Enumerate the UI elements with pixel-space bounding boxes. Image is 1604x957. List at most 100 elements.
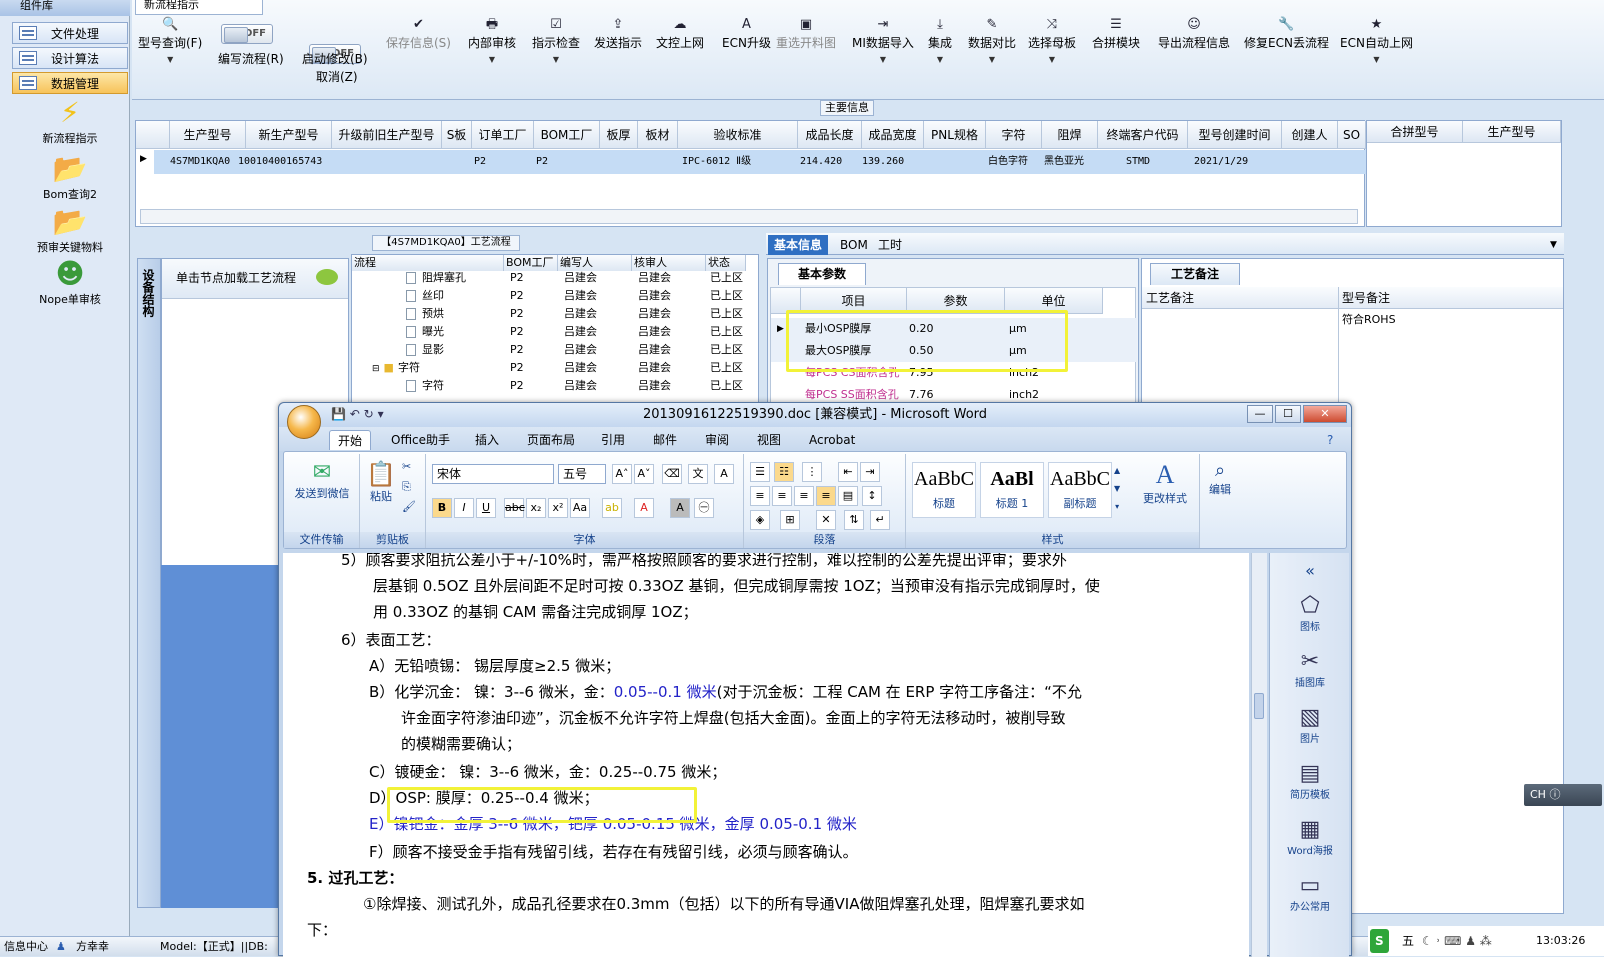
- strikethrough-icon[interactable]: abc: [504, 498, 525, 518]
- ecn-upgrade-button[interactable]: A ECN升级: [722, 16, 771, 51]
- font-color-icon[interactable]: A: [634, 498, 654, 518]
- edit-button[interactable]: ⌕ 编辑: [1204, 460, 1236, 497]
- upload-internet-button[interactable]: ☁ 文控上网: [656, 16, 704, 51]
- side-item-icons[interactable]: ⬠ 图标: [1270, 593, 1350, 633]
- table-row[interactable]: 字符 P2 吕建会 吕建会 已上区: [352, 377, 752, 395]
- quick-access-toolbar[interactable]: 💾 ↶ ↻ ▾: [331, 407, 384, 421]
- table-row[interactable]: 显影 P2 吕建会 吕建会 已上区: [352, 341, 752, 359]
- line-spacing-icon[interactable]: ↕: [862, 486, 882, 506]
- underline-icon[interactable]: U: [476, 498, 496, 518]
- file-process-button[interactable]: 文件处理: [12, 22, 128, 44]
- font-size-select[interactable]: 五号: [558, 464, 606, 484]
- col-header[interactable]: 订单工厂: [472, 121, 534, 149]
- cell-order-factory[interactable]: P2: [474, 151, 486, 173]
- send-indicator-button[interactable]: ⇪ 发送指示: [594, 16, 642, 51]
- tab-view[interactable]: 视图: [749, 430, 789, 450]
- align-center-icon[interactable]: ≡: [772, 486, 792, 506]
- model-remark-value[interactable]: 符合ROHS: [1342, 311, 1396, 327]
- col-header[interactable]: BOM工厂: [534, 121, 600, 149]
- col-header[interactable]: 板厚: [600, 121, 638, 149]
- font-name-select[interactable]: 宋体: [432, 464, 554, 484]
- main-info-grid[interactable]: ▶ 生产型号 新生产型号 升级前旧生产型号 S板 订单工厂 BOM工厂 板厚 板…: [135, 120, 1366, 227]
- col-header[interactable]: 合拼型号: [1367, 121, 1463, 143]
- indicator-check-button[interactable]: ☑ 指示检查 ▼: [532, 16, 580, 64]
- tab-review[interactable]: 审阅: [697, 430, 737, 450]
- maximize-button[interactable]: ☐: [1275, 405, 1301, 423]
- style-heading-1[interactable]: AaBl 标题 1: [980, 462, 1044, 518]
- distribute-icon[interactable]: ▤: [838, 486, 858, 506]
- office-button[interactable]: [287, 405, 321, 439]
- document-body[interactable]: 5）顾客要求阻抗公差小于+/-10%时，需严格按照顾客的要求进行控制，难以控制的…: [283, 553, 1249, 957]
- col-header[interactable]: 终端客户代码: [1098, 121, 1188, 149]
- cell-char[interactable]: 白色字符: [988, 151, 1028, 173]
- grow-font-icon[interactable]: A˄: [612, 464, 632, 484]
- tab-references[interactable]: 引用: [593, 430, 633, 450]
- style-subtitle[interactable]: AaBbC 副标题: [1048, 462, 1112, 518]
- table-row[interactable]: [154, 150, 1366, 174]
- edit-flow-toggle[interactable]: OFF: [221, 24, 273, 44]
- multilevel-list-icon[interactable]: ⋮: [802, 462, 822, 482]
- decrease-indent-icon[interactable]: ⇤: [838, 462, 858, 482]
- cell-solder[interactable]: 黑色亚光: [1044, 151, 1084, 173]
- send-to-wechat-button[interactable]: ✉ 发送到微信: [288, 460, 356, 501]
- bold-icon[interactable]: B: [432, 498, 452, 518]
- col-header[interactable]: 创建人: [1282, 121, 1338, 149]
- cell-prod-model[interactable]: 4S7MD1KQA0: [170, 151, 230, 173]
- bullets-icon[interactable]: ☰: [750, 462, 770, 482]
- increase-indent-icon[interactable]: ⇥: [860, 462, 880, 482]
- data-compare-button[interactable]: ✎ 数据对比 ▼: [968, 16, 1016, 64]
- bom-query-item[interactable]: 📂 Bom查询2: [12, 152, 128, 202]
- justify-icon[interactable]: ≡: [816, 486, 836, 506]
- col-header[interactable]: 生产型号: [1463, 121, 1561, 143]
- cell-customer[interactable]: STMD: [1126, 151, 1150, 173]
- char-shading-icon[interactable]: A: [670, 498, 690, 518]
- align-right-icon[interactable]: ≡: [794, 486, 814, 506]
- col-header[interactable]: 型号创建时间: [1188, 121, 1282, 149]
- phonetic-icon[interactable]: 文: [688, 464, 708, 484]
- internal-review-button[interactable]: 🖶 内部审核 ▼: [468, 16, 516, 64]
- borders-icon[interactable]: ⊞: [780, 510, 800, 530]
- tab-basic-info[interactable]: 基本信息: [768, 235, 829, 255]
- tab-insert[interactable]: 插入: [467, 430, 507, 450]
- char-border-icon[interactable]: A: [714, 464, 734, 484]
- table-row[interactable]: 曝光 P2 吕建会 吕建会 已上区: [352, 323, 752, 341]
- col-header[interactable]: S板: [442, 121, 472, 149]
- cell-width[interactable]: 139.260: [862, 151, 904, 173]
- paste-button[interactable]: 📋 粘贴: [366, 460, 396, 504]
- change-case-icon[interactable]: Aa: [570, 498, 590, 518]
- superscript-icon[interactable]: x²: [548, 498, 568, 518]
- col-header[interactable]: 成品宽度: [862, 121, 924, 149]
- reselect-cut-button[interactable]: ▣ 重选开料图: [776, 16, 836, 51]
- save-info-button[interactable]: ✔ 保存信息(S): [386, 16, 451, 51]
- close-button[interactable]: ✕: [1303, 405, 1347, 423]
- cell-standard[interactable]: IPC-6012 Ⅱ级: [682, 151, 751, 173]
- horizontal-scrollbar[interactable]: [140, 209, 1358, 224]
- export-flow-button[interactable]: ☺ 导出流程信息: [1158, 16, 1230, 51]
- minimize-button[interactable]: —: [1247, 405, 1273, 423]
- subscript-icon[interactable]: x₂: [526, 498, 546, 518]
- tab-basic-params[interactable]: 基本参数: [778, 263, 866, 285]
- side-item-clipart[interactable]: ✂ 插图库: [1270, 649, 1350, 689]
- chevron-down-icon[interactable]: ▼: [1544, 235, 1563, 255]
- ecn-auto-button[interactable]: ★ ECN自动上网 ▼: [1340, 16, 1413, 64]
- chinese-layout-icon[interactable]: ✕: [816, 510, 836, 530]
- tab-hours[interactable]: 工时: [872, 235, 908, 255]
- change-style-button[interactable]: A 更改样式: [1136, 460, 1194, 506]
- save-icon[interactable]: 💾: [331, 407, 346, 421]
- prereview-material-item[interactable]: 📂 预审关键物料: [12, 205, 128, 255]
- align-left-icon[interactable]: ≡: [750, 486, 770, 506]
- clear-format-icon[interactable]: ⌫: [662, 464, 682, 484]
- sort-icon[interactable]: ⇅: [844, 510, 864, 530]
- style-scroll[interactable]: ▲ ▼ ▾: [1114, 462, 1120, 516]
- shading-icon[interactable]: ◈: [750, 510, 770, 530]
- tab-layout[interactable]: 页面布局: [519, 430, 583, 450]
- table-row[interactable]: ⊟ ■ 字符 P2 吕建会 吕建会 已上区: [352, 359, 752, 377]
- undo-icon[interactable]: ↶: [350, 407, 360, 421]
- cancel-button[interactable]: 取消(Z): [316, 68, 358, 85]
- scroll-thumb[interactable]: [1254, 693, 1264, 719]
- side-item-poster[interactable]: ▦ Word海报: [1270, 817, 1350, 857]
- repair-ecn-button[interactable]: 🔧 修复ECN丢流程: [1244, 16, 1329, 51]
- flow-grid[interactable]: 流程 BOM工厂 编写人 核审人 状态 阻焊塞孔 P2 吕建会 吕建会 已上区 丝印 P2…: [351, 254, 759, 404]
- tab-mailings[interactable]: 邮件: [645, 430, 685, 450]
- help-icon[interactable]: ?: [1319, 430, 1341, 450]
